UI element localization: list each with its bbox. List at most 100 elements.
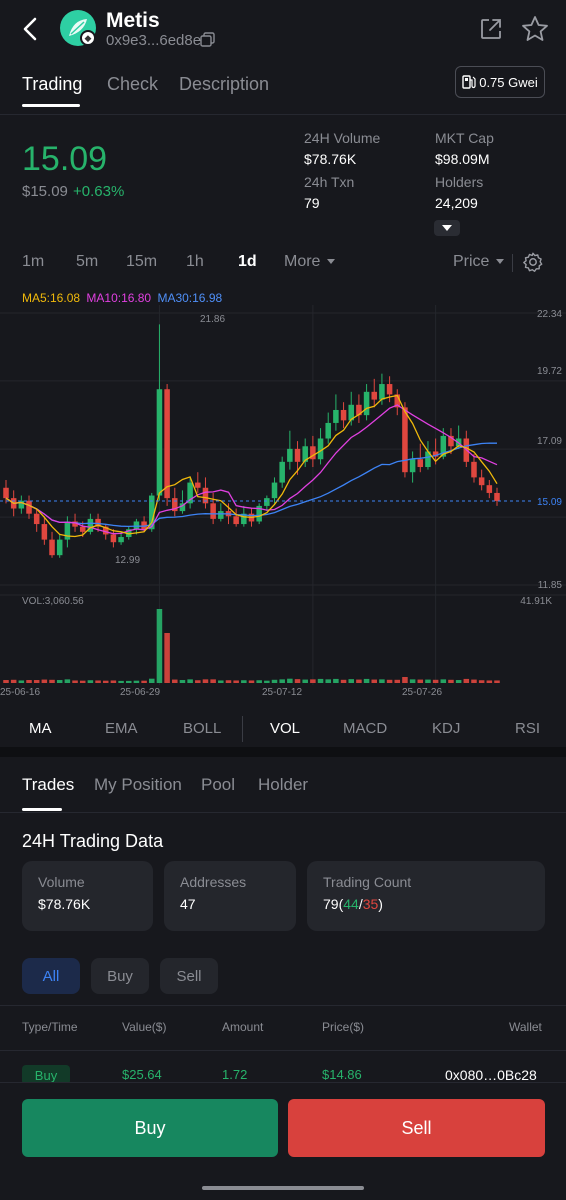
column-header: Amount [222, 1020, 264, 1034]
timeframe-more[interactable]: More [284, 253, 335, 271]
moving-average-lines [5, 394, 498, 538]
volume-card: Volume $78.76K [22, 861, 153, 931]
timeframe-1m[interactable]: 1m [22, 253, 44, 271]
tab-check[interactable]: Check [107, 74, 158, 95]
volume-bar [241, 680, 247, 683]
section-divider [0, 747, 566, 757]
volume-bar [409, 679, 416, 683]
trade-wallet[interactable]: 0x080…0Bc28 [445, 1067, 537, 1083]
volume-bar [379, 679, 385, 683]
mktcap-value: $98.09M [435, 151, 490, 167]
candle-body [340, 409, 347, 421]
gear-icon[interactable] [522, 251, 544, 273]
timeframe-15m[interactable]: 15m [126, 253, 157, 271]
volume-bar [494, 680, 500, 683]
tab-trades[interactable]: Trades [22, 775, 74, 795]
card-label: Addresses [180, 874, 247, 890]
volume-bar [417, 679, 424, 683]
indicator-macd[interactable]: MACD [343, 720, 387, 737]
star-icon[interactable] [520, 14, 550, 44]
volume-bar [87, 680, 94, 683]
volume-bar [310, 679, 316, 683]
volume-bar [225, 680, 232, 683]
sell-button[interactable]: Sell [288, 1099, 545, 1157]
timeframe-1h[interactable]: 1h [186, 253, 204, 271]
indicator-vol[interactable]: VOL [270, 720, 300, 737]
indicator-boll[interactable]: BOLL [183, 720, 221, 737]
candle-body [417, 459, 424, 468]
price-type-label: Price [453, 253, 490, 270]
card-label: Trading Count [323, 874, 412, 890]
active-tab-indicator [22, 104, 80, 107]
price-chart[interactable]: 22.34 19.72 17.09 11.85 21.86 12.99 VOL:… [0, 305, 566, 705]
indicator-kdj[interactable]: KDJ [432, 720, 460, 737]
volume-bar [141, 680, 147, 683]
volume-bar [386, 679, 393, 683]
candle-body [333, 409, 339, 423]
mktcap-label: MKT Cap [435, 130, 494, 146]
copy-icon[interactable] [200, 32, 215, 47]
volume-bar [455, 680, 462, 683]
volume-bar [149, 678, 155, 683]
indicator-rsi[interactable]: RSI [515, 720, 540, 737]
candle-body [294, 448, 301, 462]
ma10-legend: MA10:16.80 [86, 291, 152, 305]
x-tick-label: 25-07-26 [402, 687, 442, 698]
timeframe-5m[interactable]: 5m [76, 253, 98, 271]
buy-button[interactable]: Buy [22, 1099, 278, 1157]
share-icon[interactable] [479, 17, 503, 41]
back-arrow-icon[interactable] [18, 14, 42, 44]
volume-bar [95, 680, 101, 683]
volume-bar [264, 680, 270, 683]
volume-bar [363, 678, 370, 683]
volume-bar [256, 680, 262, 683]
candle-body [56, 539, 63, 556]
count-buys: 44 [343, 896, 359, 912]
indicator-ma[interactable]: MA [29, 720, 52, 737]
candle-body [164, 389, 170, 499]
volume-bar [79, 680, 86, 683]
volume-bar [440, 679, 447, 683]
volume-bar [118, 680, 124, 683]
filter-buy[interactable]: Buy [91, 958, 149, 994]
home-indicator[interactable] [202, 1186, 364, 1190]
candle-body [41, 524, 48, 540]
tab-holder[interactable]: Holder [258, 775, 308, 795]
gas-price-button[interactable]: 0.75 Gwei [455, 66, 545, 98]
card-value: 79(44/35) [323, 896, 529, 912]
txn-label: 24h Txn [304, 174, 355, 190]
volume-bar [64, 679, 71, 683]
divider [0, 114, 566, 115]
ethereum-icon: ◆ [80, 30, 96, 46]
volume-bar [425, 679, 431, 683]
candle-body [478, 477, 485, 486]
tab-my-position[interactable]: My Position [94, 775, 182, 795]
timeframe-1d[interactable]: 1d [238, 253, 257, 271]
candle-body [64, 521, 71, 540]
caret-down-icon [495, 259, 504, 265]
price-change: +0.63% [73, 183, 125, 200]
tab-description[interactable]: Description [179, 74, 269, 95]
volume-bar [302, 679, 308, 683]
tab-trading[interactable]: Trading [22, 74, 82, 95]
volume-max-label: 41.91K [520, 596, 552, 607]
column-header: Wallet [509, 1020, 542, 1034]
volume-bar [233, 680, 239, 683]
caret-down-icon [442, 225, 452, 231]
volume-bar [325, 679, 331, 683]
volume-bar [394, 679, 401, 683]
candle-body [218, 511, 224, 519]
volume-label: VOL:3,060.56 [22, 596, 84, 607]
ma30-legend: MA30:16.98 [157, 291, 223, 305]
gas-pump-icon [462, 75, 476, 89]
tab-pool[interactable]: Pool [201, 775, 235, 795]
volume-bar [72, 680, 78, 683]
candle-body [156, 389, 163, 496]
filter-sell[interactable]: Sell [160, 958, 218, 994]
price-type-dropdown[interactable]: Price [453, 253, 504, 271]
expand-stats-button[interactable] [434, 220, 460, 236]
filter-all[interactable]: All [22, 958, 80, 994]
indicator-ema[interactable]: EMA [105, 720, 138, 737]
low-price-label: 12.99 [115, 555, 140, 566]
volume-bar [317, 678, 324, 683]
